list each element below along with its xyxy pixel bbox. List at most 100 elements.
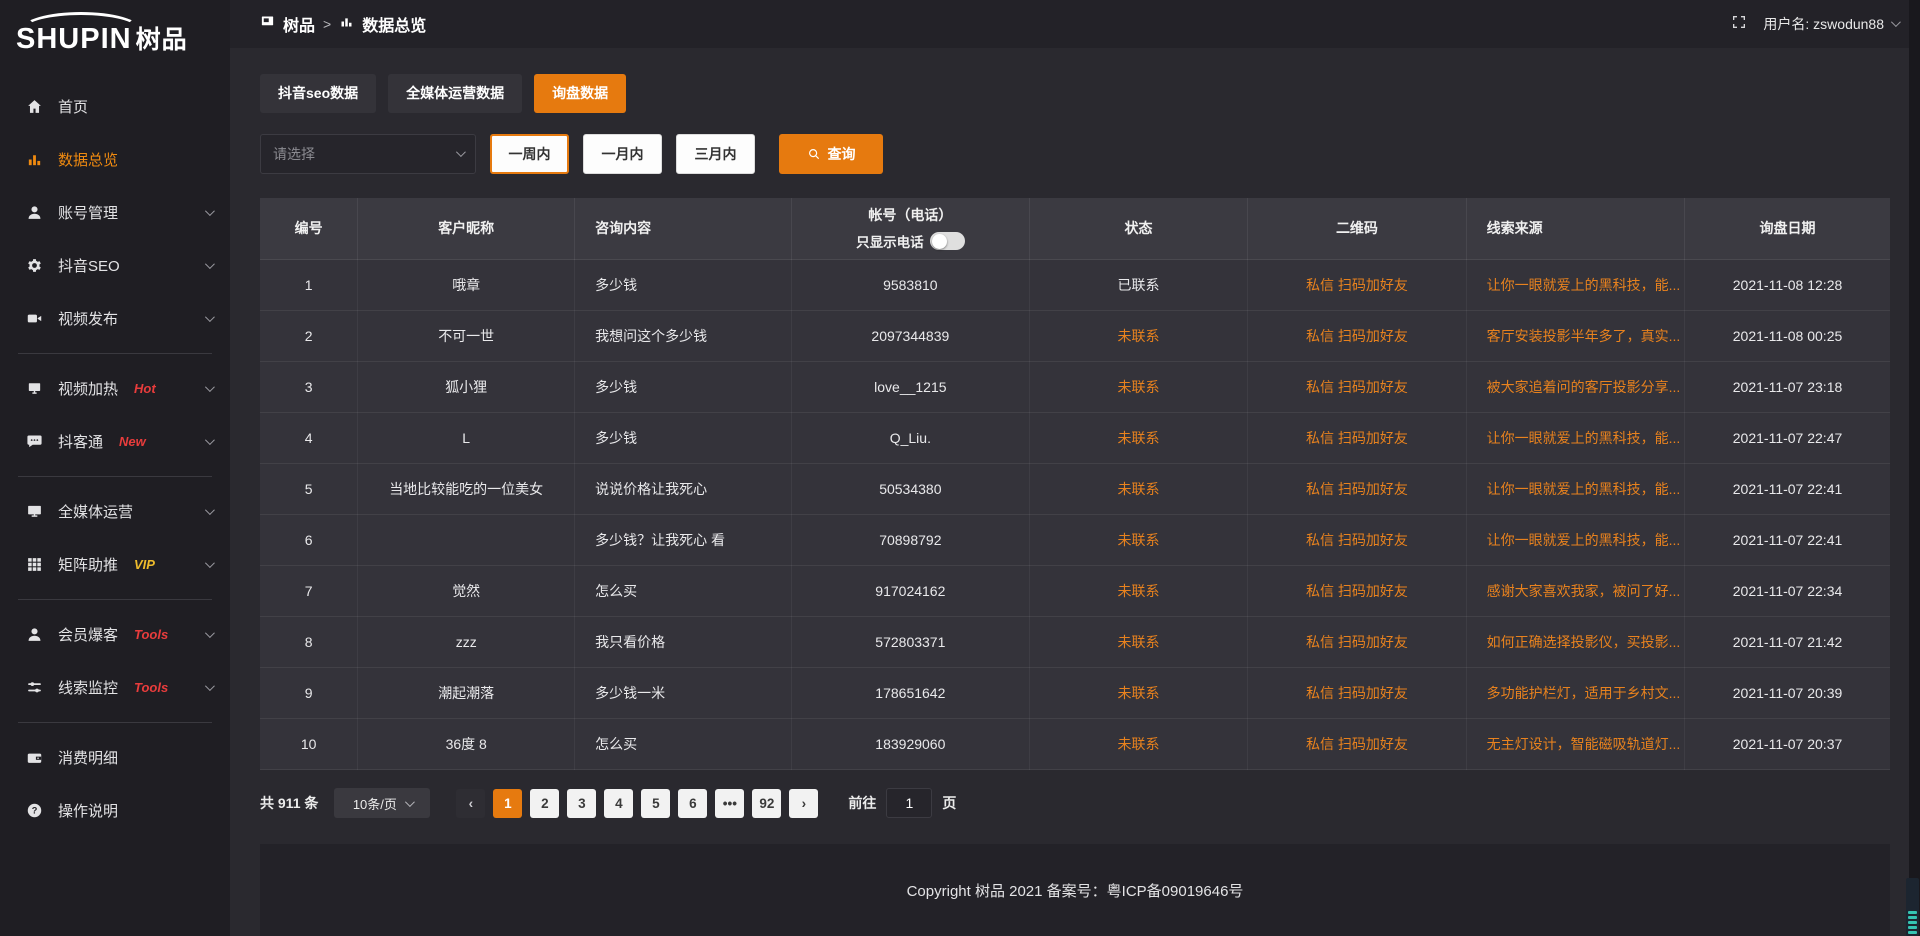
query-button[interactable]: 查询 [779, 134, 883, 174]
screen-icon [24, 380, 44, 398]
tab-抖音seo数据[interactable]: 抖音seo数据 [260, 74, 376, 113]
qrcode-link[interactable]: 私信 扫码加好友 [1306, 379, 1408, 395]
chevron-down-icon [205, 628, 215, 638]
cell-nickname: 不可一世 [358, 311, 575, 362]
sidebar-item-账号管理[interactable]: 账号管理 [0, 186, 230, 239]
chevron-down-icon [205, 681, 215, 691]
source-link[interactable]: 客厅安装投影半年多了，真实... [1487, 328, 1681, 344]
cell-nickname: zzz [358, 617, 575, 668]
sidebar-item-全媒体运营[interactable]: 全媒体运营 [0, 485, 230, 538]
status-badge: 未联系 [1118, 430, 1160, 446]
scrollbar[interactable] [1909, 0, 1920, 936]
page-button-2[interactable]: 2 [530, 789, 559, 818]
sidebar-badge: VIP [134, 557, 155, 572]
tab-全媒体运营数据[interactable]: 全媒体运营数据 [388, 74, 522, 113]
cell-content: 怎么买 [575, 719, 792, 770]
goto-page: 前往 页 [848, 788, 956, 818]
source-link[interactable]: 让你一眼就爱上的黑科技，能... [1487, 481, 1681, 497]
fullscreen-icon[interactable] [1731, 14, 1747, 33]
cell-source: 无主灯设计，智能磁吸轨道灯... [1466, 719, 1684, 770]
qrcode-link[interactable]: 私信 扫码加好友 [1306, 634, 1408, 650]
sidebar: SHUPIN树品 首页数据总览账号管理抖音SEO视频发布视频加热Hot抖客通Ne… [0, 0, 230, 936]
cell-qrcode: 私信 扫码加好友 [1248, 566, 1466, 617]
prev-page-button[interactable]: ‹ [456, 789, 485, 818]
source-link[interactable]: 被大家追着问的客厅投影分享... [1487, 379, 1681, 395]
sidebar-item-首页[interactable]: 首页 [0, 80, 230, 133]
cell-date: 2021-11-07 20:39 [1685, 668, 1890, 719]
source-link[interactable]: 无主灯设计，智能磁吸轨道灯... [1487, 736, 1681, 752]
cell-status: 未联系 [1029, 311, 1247, 362]
sidebar-item-label: 视频加热 [58, 378, 118, 399]
sidebar-item-视频发布[interactable]: 视频发布 [0, 292, 230, 345]
col-status: 状态 [1029, 198, 1247, 260]
page-button-5[interactable]: 5 [641, 789, 670, 818]
gear-icon [24, 257, 44, 275]
qrcode-link[interactable]: 私信 扫码加好友 [1306, 685, 1408, 701]
sidebar-item-抖音SEO[interactable]: 抖音SEO [0, 239, 230, 292]
cell-date: 2021-11-07 22:47 [1685, 413, 1890, 464]
filter-bar: 请选择 一周内一月内三月内 查询 [260, 134, 1890, 174]
page-button-3[interactable]: 3 [567, 789, 596, 818]
copyright-text: Copyright 树品 2021 备案号：粤ICP备09019646号 [907, 880, 1244, 901]
sidebar-item-抖客通[interactable]: 抖客通New [0, 415, 230, 468]
sidebar-item-视频加热[interactable]: 视频加热Hot [0, 362, 230, 415]
cell-date: 2021-11-07 23:18 [1685, 362, 1890, 413]
cell-date: 2021-11-07 20:37 [1685, 719, 1890, 770]
filter-select[interactable]: 请选择 [260, 134, 476, 174]
page-button-92[interactable]: 92 [752, 789, 781, 818]
breadcrumb-root[interactable]: 树品 [283, 12, 315, 36]
next-page-button[interactable]: › [789, 789, 818, 818]
cell-qrcode: 私信 扫码加好友 [1248, 668, 1466, 719]
qrcode-link[interactable]: 私信 扫码加好友 [1306, 736, 1408, 752]
cell-status: 未联系 [1029, 668, 1247, 719]
qrcode-link[interactable]: 私信 扫码加好友 [1306, 277, 1408, 293]
source-link[interactable]: 让你一眼就爱上的黑科技，能... [1487, 532, 1681, 548]
page-button-4[interactable]: 4 [604, 789, 633, 818]
page-size-select[interactable]: 10条/页 [334, 788, 430, 818]
period-button-一周内[interactable]: 一周内 [490, 134, 569, 174]
sidebar-item-label: 全媒体运营 [58, 501, 133, 522]
sidebar-item-线索监控[interactable]: 线索监控Tools [0, 661, 230, 714]
logo-cn: 树品 [136, 26, 188, 54]
tabs: 抖音seo数据全媒体运营数据询盘数据 [260, 74, 1890, 113]
qrcode-link[interactable]: 私信 扫码加好友 [1306, 430, 1408, 446]
cell-status: 已联系 [1029, 260, 1247, 311]
source-link[interactable]: 让你一眼就爱上的黑科技，能... [1487, 430, 1681, 446]
table-row: 1036度 8怎么买183929060未联系私信 扫码加好友无主灯设计，智能磁吸… [260, 719, 1890, 770]
page-button-1[interactable]: 1 [493, 789, 522, 818]
sidebar-item-操作说明[interactable]: ?操作说明 [0, 784, 230, 837]
sidebar-divider [18, 722, 212, 723]
page-ellipsis-button[interactable]: ••• [715, 789, 744, 818]
tab-询盘数据[interactable]: 询盘数据 [534, 74, 626, 113]
source-link[interactable]: 让你一眼就爱上的黑科技，能... [1487, 277, 1681, 293]
qrcode-link[interactable]: 私信 扫码加好友 [1306, 481, 1408, 497]
goto-page-input[interactable] [886, 788, 932, 818]
sidebar-item-数据总览[interactable]: 数据总览 [0, 133, 230, 186]
source-link[interactable]: 如何正确选择投影仪，买投影... [1487, 634, 1681, 650]
cell-id: 6 [260, 515, 358, 566]
video-icon [24, 310, 44, 328]
source-link[interactable]: 感谢大家喜欢我家，被问了好... [1487, 583, 1681, 599]
cell-date: 2021-11-07 22:34 [1685, 566, 1890, 617]
period-button-三月内[interactable]: 三月内 [676, 134, 755, 174]
sidebar-item-矩阵助推[interactable]: 矩阵助推VIP [0, 538, 230, 591]
bar-chart-icon [339, 14, 354, 34]
qrcode-link[interactable]: 私信 扫码加好友 [1306, 583, 1408, 599]
cell-status: 未联系 [1029, 617, 1247, 668]
phone-only-toggle[interactable] [930, 232, 965, 250]
question-icon: ? [24, 802, 44, 820]
sidebar-item-消费明细[interactable]: 消费明细 [0, 731, 230, 784]
page-button-6[interactable]: 6 [678, 789, 707, 818]
status-badge: 未联系 [1118, 583, 1160, 599]
pagination: 共 911 条 10条/页 ‹ 123456 ••• 92 › 前往 页 [260, 788, 1890, 818]
total-count: 共 911 条 [260, 793, 318, 813]
qrcode-link[interactable]: 私信 扫码加好友 [1306, 328, 1408, 344]
period-button-一月内[interactable]: 一月内 [583, 134, 662, 174]
qrcode-link[interactable]: 私信 扫码加好友 [1306, 532, 1408, 548]
cell-qrcode: 私信 扫码加好友 [1248, 719, 1466, 770]
sidebar-item-会员爆客[interactable]: 会员爆客Tools [0, 608, 230, 661]
source-link[interactable]: 多功能护栏灯，适用于乡村文... [1487, 685, 1681, 701]
cell-source: 让你一眼就爱上的黑科技，能... [1466, 464, 1684, 515]
table-row: 5当地比较能吃的一位美女说说价格让我死心50534380未联系私信 扫码加好友让… [260, 464, 1890, 515]
user-menu[interactable]: 用户名: zswodun88 [1763, 14, 1898, 34]
